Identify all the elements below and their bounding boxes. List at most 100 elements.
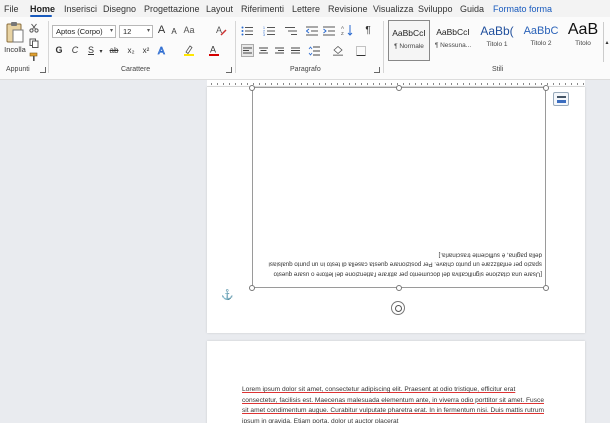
tab-file[interactable]: File [4,4,19,14]
italic-button[interactable]: C [70,44,80,56]
tab-home[interactable]: Home [30,4,55,14]
strikethrough-button[interactable]: ab [108,44,120,56]
chevron-down-icon: ▾ [109,28,113,34]
resize-handle[interactable] [249,85,255,91]
carattere-launcher-icon[interactable] [226,67,232,73]
tab-formato-forma[interactable]: Formato forma [493,4,552,14]
tab-inserisci[interactable]: Inserisci [64,4,97,14]
style-name: ¶ Nessuna... [434,42,472,49]
chevron-down-icon: ▾ [146,28,150,34]
divider [383,21,384,73]
numbering-icon[interactable]: 123 [262,25,276,37]
paste-label[interactable]: Incolla [2,44,28,54]
text-effects-icon[interactable]: A [156,44,170,56]
resize-handle[interactable] [396,285,402,291]
style-titolo-2[interactable]: AaBbC Titolo 2 [520,20,562,61]
cut-icon[interactable] [28,22,40,34]
decrease-indent-icon[interactable] [305,25,319,37]
ruler-tick [319,83,320,85]
ruler-tick [325,83,326,85]
ruler-tick [379,83,380,85]
ruler-tick [457,83,458,85]
multilevel-list-icon[interactable] [284,25,298,37]
ruler-tick [241,83,242,85]
ruler-tick [571,83,572,85]
tab-riferimenti[interactable]: Riferimenti [241,4,284,14]
sort-icon[interactable]: AZ [340,23,354,37]
body-paragraph[interactable]: Lorem ipsum dolor sit amet, consectetur … [242,385,548,423]
bold-button[interactable]: G [54,44,64,56]
shading-icon[interactable] [330,44,345,57]
tab-visualizza[interactable]: Visualizza [373,4,413,14]
ruler-tick [217,83,218,85]
ruler-tick [247,83,248,85]
text-box-content[interactable]: [Usare una citazione significativa del d… [258,250,542,279]
ruler-tick [427,83,428,85]
increase-indent-icon[interactable] [322,25,336,37]
grow-font-button[interactable]: A [156,23,167,37]
divider [235,21,236,73]
font-name-value: Aptos (Corpo) [56,27,103,36]
ruler-tick [445,83,446,85]
ruler-tick [349,83,350,85]
align-right-icon[interactable] [273,44,286,57]
ruler-tick [541,83,542,85]
bullets-icon[interactable] [240,25,254,37]
font-color-icon[interactable]: A [207,43,221,57]
anchor-icon[interactable]: ⚓ [221,290,233,301]
case-icon[interactable]: Aa [184,23,195,37]
tab-guida[interactable]: Guida [460,4,484,14]
ribbon: Incolla Appunti Aptos (Corpo) ▾ 12 ▾ A A… [0,17,610,80]
underline-button[interactable]: S [86,44,96,56]
ruler-tick [583,83,584,85]
tab-layout[interactable]: Layout [206,4,233,14]
tab-revisione[interactable]: Revisione [328,4,368,14]
highlight-icon[interactable] [182,43,196,57]
style-sample: AaBbC [523,25,559,37]
style-sample: AaBbCcI [436,27,470,37]
clear-formatting-icon[interactable]: A [214,23,228,37]
style-titolo-1[interactable]: AaBb( Titolo 1 [476,20,518,61]
resize-handle[interactable] [396,85,402,91]
align-center-icon[interactable] [257,44,270,57]
resize-handle[interactable] [543,285,549,291]
styles-scroll-icon[interactable]: ▴ [603,22,610,62]
style-titolo[interactable]: AaB Titolo [564,20,602,61]
subscript-button[interactable]: x₂ [125,44,137,56]
format-painter-icon[interactable] [28,51,40,63]
line-spacing-icon[interactable] [306,44,321,57]
superscript-button[interactable]: x² [140,44,152,56]
ruler-tick [523,83,524,85]
tab-lettere[interactable]: Lettere [292,4,320,14]
ruler-tick [391,83,392,85]
ruler-tick [337,83,338,85]
font-name-dropdown[interactable]: Aptos (Corpo) ▾ [52,25,116,38]
chevron-down-icon[interactable]: ▾ [98,46,104,56]
ruler-tick [223,83,224,85]
style-sample: AaB [567,21,599,38]
tab-disegno[interactable]: Disegno [103,4,136,14]
align-left-icon[interactable] [241,44,254,57]
paste-button[interactable] [4,20,26,46]
style-nessuna-spaziatura[interactable]: AaBbCcI ¶ Nessuna... [432,20,474,61]
appunti-launcher-icon[interactable] [40,67,46,73]
font-size-dropdown[interactable]: 12 ▾ [119,25,153,38]
ruler-tick [439,83,440,85]
style-normale[interactable]: AaBbCcI ¶ Normale [388,20,430,61]
ruler-tick [559,83,560,85]
shrink-font-button[interactable]: A [169,25,179,37]
copy-icon[interactable] [28,37,40,49]
justify-icon[interactable] [289,44,302,57]
ruler-tick [493,83,494,85]
borders-icon[interactable] [353,44,368,57]
resize-handle[interactable] [543,85,549,91]
resize-handle[interactable] [249,285,255,291]
tab-sviluppo[interactable]: Sviluppo [418,4,453,14]
paragrafo-launcher-icon[interactable] [374,67,380,73]
style-sample: AaBbCcI [392,28,426,38]
show-marks-button[interactable]: ¶ [362,23,374,37]
ruler-tick [385,83,386,85]
tab-progettazione[interactable]: Progettazione [144,4,200,14]
rotate-handle-icon[interactable] [391,301,405,315]
layout-options-icon[interactable] [553,92,569,106]
